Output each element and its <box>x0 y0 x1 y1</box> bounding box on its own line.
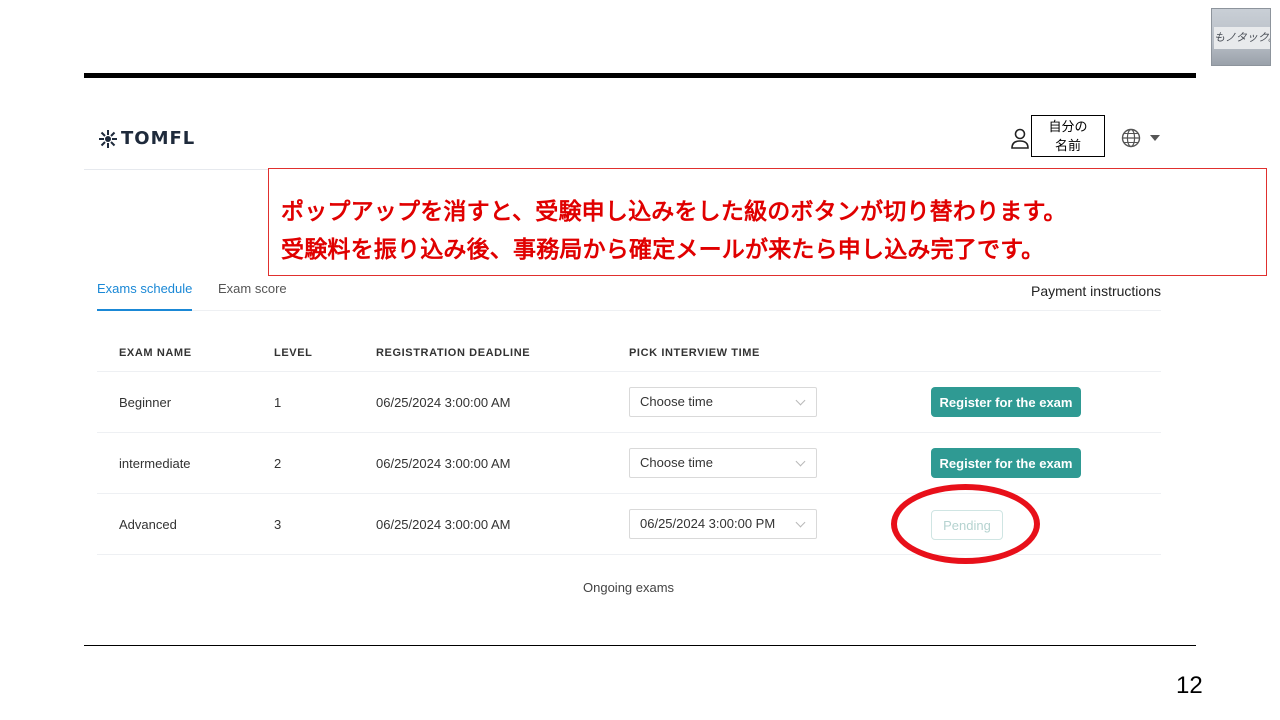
brand-logo[interactable]: TOMFL <box>98 128 195 149</box>
user-name-line1: 自分の <box>1048 119 1088 134</box>
tab-exams-schedule[interactable]: Exams schedule <box>97 281 193 311</box>
bottom-rule <box>84 645 1196 646</box>
globe-icon[interactable] <box>1121 128 1141 148</box>
table-row: intermediate 2 06/25/2024 3:00:00 AM Cho… <box>97 433 1161 494</box>
table-header: EXAM NAME LEVEL REGISTRATION DEADLINE PI… <box>97 340 1161 372</box>
exam-name: Beginner <box>119 395 172 410</box>
column-header-interview-time: PICK INTERVIEW TIME <box>629 347 760 359</box>
exam-level: 1 <box>274 395 282 410</box>
ongoing-exams-label: Ongoing exams <box>583 580 675 595</box>
brand-mark-icon <box>99 129 117 148</box>
user-icon[interactable] <box>1010 128 1030 150</box>
exam-deadline: 06/25/2024 3:00:00 AM <box>376 395 511 410</box>
interview-time-select[interactable]: Choose time <box>629 387 817 417</box>
highlight-ellipse <box>891 484 1040 564</box>
page-number: 12 <box>1176 672 1203 699</box>
stamp-text: もノタック。 <box>1214 27 1270 49</box>
interview-time-value: Choose time <box>640 394 713 409</box>
callout-line-1: ポップアップを消すと、受験申し込みをした級のボタンが切り替わります。 <box>281 199 1067 225</box>
language-dropdown-caret-icon[interactable] <box>1150 135 1160 141</box>
column-header-deadline: REGISTRATION DEADLINE <box>376 347 531 359</box>
interview-time-select[interactable]: 06/25/2024 3:00:00 PM <box>629 509 817 539</box>
callout-line-2: 受験料を振り込み後、事務局から確定メールが来たら申し込み完了です。 <box>281 237 1045 263</box>
exam-name: intermediate <box>119 456 191 471</box>
tab-exam-score[interactable]: Exam score <box>218 281 287 311</box>
annotation-callout: ポップアップを消すと、受験申し込みをした級のボタンが切り替わります。 受験料を振… <box>268 168 1267 276</box>
exam-level: 3 <box>274 517 282 532</box>
column-header-exam-name: EXAM NAME <box>119 347 192 359</box>
exam-deadline: 06/25/2024 3:00:00 AM <box>376 517 511 532</box>
user-name-line2: 名前 <box>1054 138 1081 153</box>
chevron-down-icon <box>795 395 806 406</box>
chevron-down-icon <box>795 517 806 528</box>
interview-time-value: 06/25/2024 3:00:00 PM <box>640 516 776 531</box>
tab-bar: Exams schedule Exam score Payment instru… <box>97 281 1161 311</box>
interview-time-value: Choose time <box>640 455 713 470</box>
table-row: Beginner 1 06/25/2024 3:00:00 AM Choose … <box>97 372 1161 433</box>
brand-name: TOMFL <box>121 128 196 149</box>
payment-instructions-link[interactable]: Payment instructions <box>1031 283 1161 299</box>
exam-name: Advanced <box>119 517 177 532</box>
top-rule <box>84 73 1196 78</box>
column-header-level: LEVEL <box>274 347 313 359</box>
chevron-down-icon <box>795 456 806 467</box>
register-exam-button[interactable]: Register for the exam <box>931 448 1081 478</box>
stamp-logo: もノタック。 <box>1211 8 1271 66</box>
register-exam-button[interactable]: Register for the exam <box>931 387 1081 417</box>
user-name-box: 自分の 名前 <box>1031 115 1105 157</box>
exam-level: 2 <box>274 456 282 471</box>
exam-deadline: 06/25/2024 3:00:00 AM <box>376 456 511 471</box>
interview-time-select[interactable]: Choose time <box>629 448 817 478</box>
